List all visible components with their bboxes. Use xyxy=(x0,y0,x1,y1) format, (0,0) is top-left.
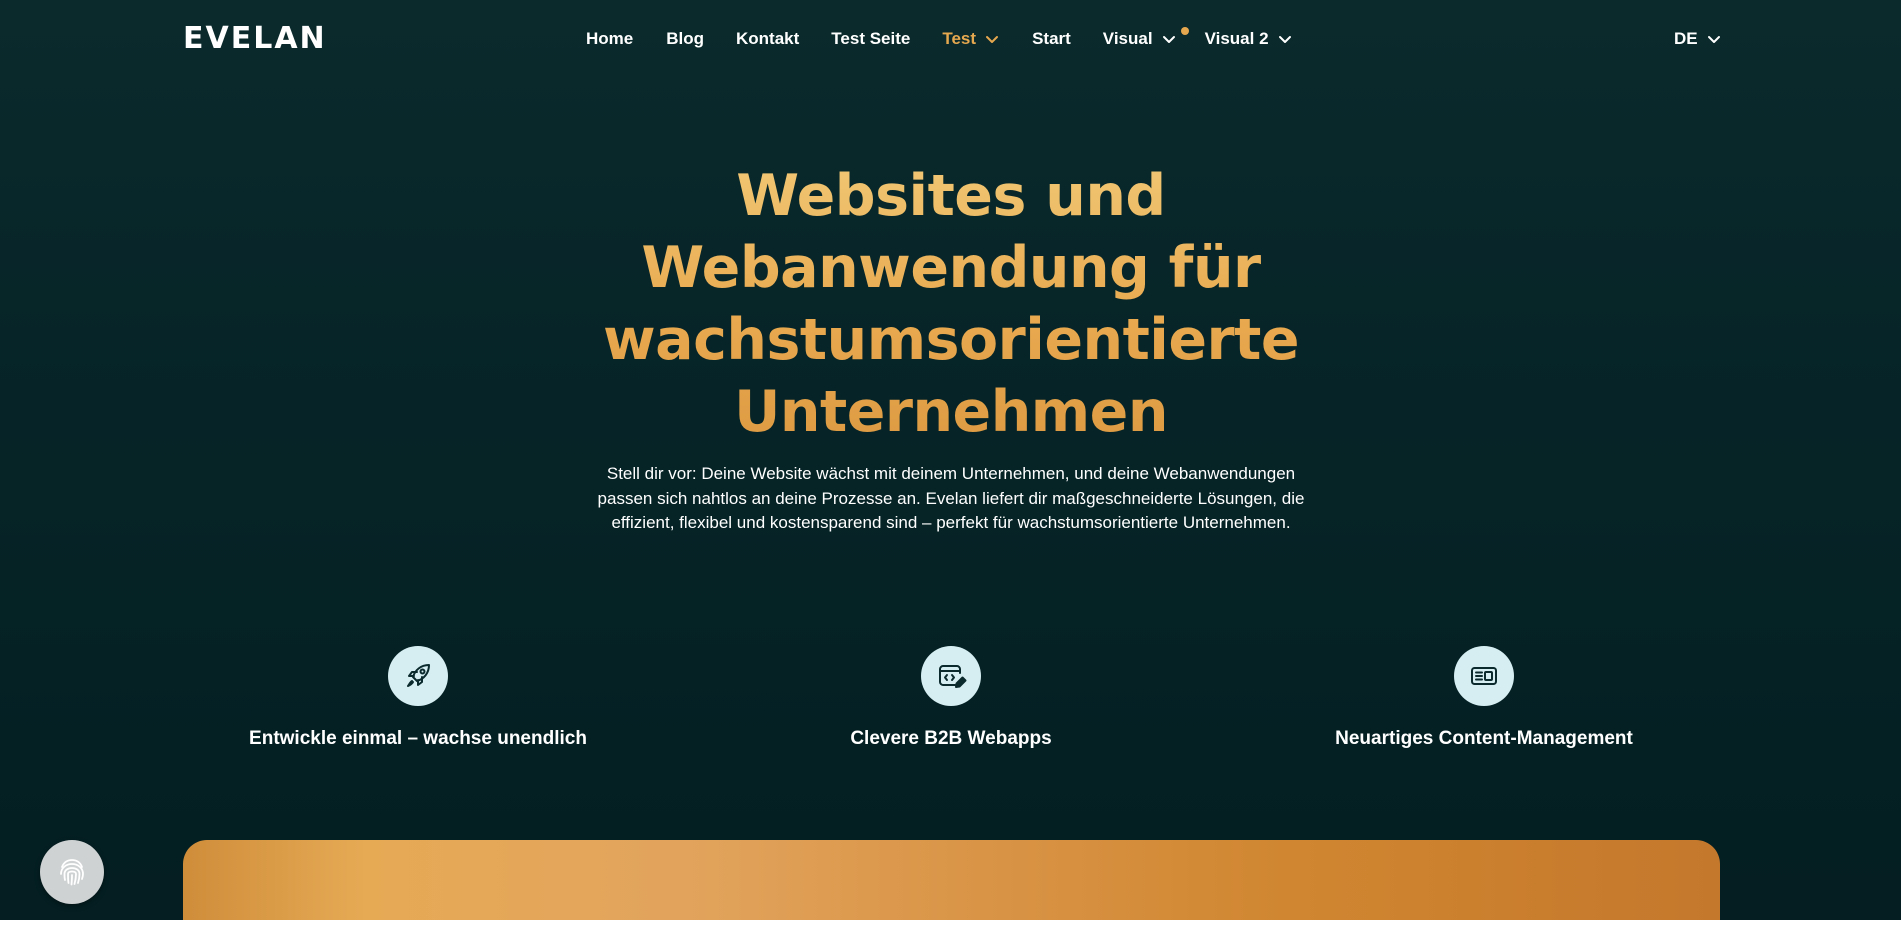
language-switcher[interactable]: DE xyxy=(1674,29,1722,49)
logo-link[interactable]: EVELAN xyxy=(183,21,327,56)
chevron-down-icon xyxy=(1161,31,1177,47)
headline-line: wachstumsorientierte xyxy=(602,307,1300,373)
nav-item-label: Test Seite xyxy=(831,29,911,48)
notification-dot xyxy=(1180,27,1189,35)
nav-item-label: Visual xyxy=(1102,29,1153,48)
cookie-settings-button[interactable] xyxy=(40,840,104,904)
feature-icon-circle xyxy=(388,646,448,706)
nav-item-label: Visual 2 xyxy=(1204,29,1269,48)
nav-item-blog[interactable]: Blog xyxy=(666,29,704,49)
hero-headline: Websites und Webanwendung für wachstumso… xyxy=(550,160,1352,448)
nav-item-label: Blog xyxy=(666,29,705,48)
feature-item-develop: Entwickle einmal – wachse unendlich xyxy=(168,646,668,750)
main-nav: Home Blog Kontakt Test Seite Test Start xyxy=(586,22,1293,56)
feature-title: Neuartiges Content-Management xyxy=(1335,728,1633,749)
logo: EVELAN xyxy=(183,21,327,56)
feature-item-cms: Neuartiges Content-Management xyxy=(1234,646,1734,750)
fingerprint-icon xyxy=(60,859,84,886)
hero-lead-text: Stell dir vor: Deine Website wächst mit … xyxy=(580,462,1322,536)
nav-item-start[interactable]: Start xyxy=(1032,29,1071,49)
feature-title: Clevere B2B Webapps xyxy=(850,728,1052,749)
feature-icon-circle xyxy=(1454,646,1514,706)
nav-item-home[interactable]: Home xyxy=(586,29,633,49)
nav-item-label: Start xyxy=(1032,29,1071,48)
nav-item-test[interactable]: Test xyxy=(942,29,1000,49)
headline-line: Unternehmen xyxy=(734,379,1168,445)
hero-section: EVELAN Home Blog Kontakt Test Seite Test xyxy=(0,0,1901,920)
site-header: EVELAN Home Blog Kontakt Test Seite Test xyxy=(0,0,1901,78)
content-layout-icon xyxy=(1471,667,1497,685)
highlight-card xyxy=(183,840,1720,920)
chevron-down-icon xyxy=(1277,31,1293,47)
lead-line: Stell dir vor: Deine Website wächst mit … xyxy=(606,464,1296,483)
rocket-icon xyxy=(407,664,430,687)
nav-item-label: Kontakt xyxy=(736,29,800,48)
chevron-down-icon xyxy=(984,31,1000,47)
feature-item-webapps: Clevere B2B Webapps xyxy=(701,646,1201,750)
nav-item-visual-2[interactable]: Visual 2 xyxy=(1205,29,1293,49)
code-edit-icon xyxy=(939,665,967,688)
chevron-down-icon xyxy=(1706,31,1722,47)
nav-item-label: Home xyxy=(586,29,634,48)
lead-line: effizient, flexibel und kostensparend si… xyxy=(611,513,1291,532)
headline-line: Websites und xyxy=(736,163,1166,229)
headline-line: Webanwendung für xyxy=(641,235,1261,301)
feature-title: Entwickle einmal – wachse unendlich xyxy=(249,728,587,749)
nav-item-test-seite[interactable]: Test Seite xyxy=(831,29,910,49)
lead-line: passen sich nahtlos an deine Prozesse an… xyxy=(597,488,1305,508)
nav-item-label: Test xyxy=(942,29,977,48)
nav-item-visual[interactable]: Visual xyxy=(1102,27,1189,49)
feature-icon-circle xyxy=(921,646,981,706)
language-label: DE xyxy=(1674,29,1698,48)
nav-item-kontakt[interactable]: Kontakt xyxy=(736,29,799,49)
